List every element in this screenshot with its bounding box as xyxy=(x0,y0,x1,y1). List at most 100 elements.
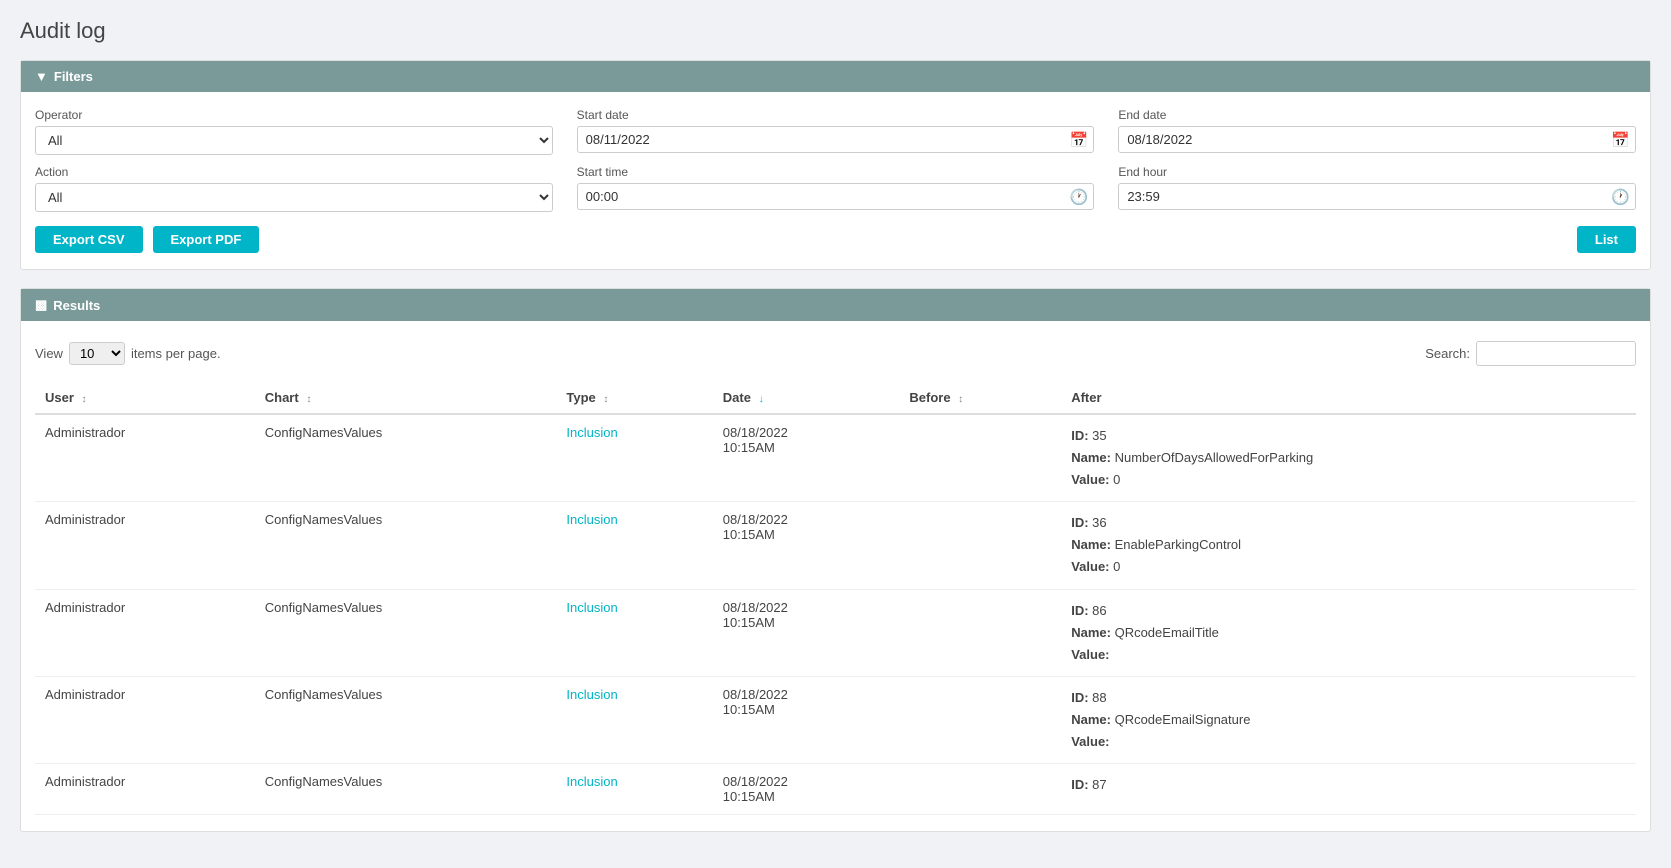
start-date-input[interactable] xyxy=(577,126,1095,153)
after-key: Name: xyxy=(1071,712,1111,727)
cell-date: 08/18/2022 10:15AM xyxy=(713,589,900,676)
type-link[interactable]: Inclusion xyxy=(566,687,617,702)
chart-sort-icon: ↕ xyxy=(306,394,311,405)
page-title: Audit log xyxy=(20,18,1651,44)
start-time-label: Start time xyxy=(577,165,1095,179)
start-date-group: Start date 📅 xyxy=(577,108,1095,155)
cell-after: ID: 88Name: QRcodeEmailSignatureValue: xyxy=(1061,676,1636,763)
after-line: Name: NumberOfDaysAllowedForParking xyxy=(1071,447,1626,469)
type-link[interactable]: Inclusion xyxy=(566,425,617,440)
after-key: Value: xyxy=(1071,734,1109,749)
export-pdf-button[interactable]: Export PDF xyxy=(153,226,260,253)
cell-user: Administrador xyxy=(35,676,255,763)
cell-before xyxy=(899,589,1061,676)
results-table: User ↕ Chart ↕ Type ↕ Date ↓ Before ↕ xyxy=(35,382,1636,815)
after-key: ID: xyxy=(1071,777,1088,792)
start-time-group: Start time 🕐 xyxy=(577,165,1095,212)
after-key: Name: xyxy=(1071,537,1111,552)
export-csv-button[interactable]: Export CSV xyxy=(35,226,143,253)
cell-after: ID: 36Name: EnableParkingControlValue: 0 xyxy=(1061,502,1636,589)
operator-select[interactable]: All xyxy=(35,126,553,155)
end-hour-input[interactable] xyxy=(1118,183,1636,210)
after-line: Name: EnableParkingControl xyxy=(1071,534,1626,556)
cell-type: Inclusion xyxy=(556,589,712,676)
type-link[interactable]: Inclusion xyxy=(566,512,617,527)
after-key: ID: xyxy=(1071,690,1088,705)
end-hour-clock-icon[interactable]: 🕐 xyxy=(1611,188,1630,206)
results-card: ▩ Results View 10 25 50 100 items per pa… xyxy=(20,288,1651,832)
cell-user: Administrador xyxy=(35,502,255,589)
list-button[interactable]: List xyxy=(1577,226,1636,253)
cell-type: Inclusion xyxy=(556,676,712,763)
filters-grid: Operator All Start date 📅 End date xyxy=(35,108,1636,212)
after-key: ID: xyxy=(1071,603,1088,618)
type-sort-icon: ↕ xyxy=(603,394,608,405)
table-row: AdministradorConfigNamesValuesInclusion0… xyxy=(35,764,1636,815)
end-hour-input-wrap: 🕐 xyxy=(1118,183,1636,210)
cell-user: Administrador xyxy=(35,764,255,815)
start-time-input[interactable] xyxy=(577,183,1095,210)
end-date-group: End date 📅 xyxy=(1118,108,1636,155)
col-after: After xyxy=(1061,382,1636,414)
per-page-select[interactable]: 10 25 50 100 xyxy=(69,342,125,365)
cell-chart: ConfigNamesValues xyxy=(255,589,557,676)
after-line: Name: QRcodeEmailTitle xyxy=(1071,622,1626,644)
type-link[interactable]: Inclusion xyxy=(566,600,617,615)
cell-type: Inclusion xyxy=(556,414,712,502)
after-line: ID: 35 xyxy=(1071,425,1626,447)
filters-header: ▼ Filters xyxy=(21,61,1650,92)
cell-before xyxy=(899,414,1061,502)
cell-after: ID: 35Name: NumberOfDaysAllowedForParkin… xyxy=(1061,414,1636,502)
end-date-input[interactable] xyxy=(1118,126,1636,153)
results-body: View 10 25 50 100 items per page. Search… xyxy=(21,321,1650,831)
chart-icon: ▩ xyxy=(35,297,47,313)
table-body: AdministradorConfigNamesValuesInclusion0… xyxy=(35,414,1636,815)
end-date-calendar-icon[interactable]: 📅 xyxy=(1611,131,1630,149)
start-time-clock-icon[interactable]: 🕐 xyxy=(1070,188,1089,206)
user-sort-icon: ↕ xyxy=(82,394,87,405)
table-head: User ↕ Chart ↕ Type ↕ Date ↓ Before ↕ xyxy=(35,382,1636,414)
cell-type: Inclusion xyxy=(556,502,712,589)
cell-chart: ConfigNamesValues xyxy=(255,502,557,589)
results-controls: View 10 25 50 100 items per page. Search… xyxy=(35,337,1636,370)
cell-before xyxy=(899,764,1061,815)
col-before[interactable]: Before ↕ xyxy=(899,382,1061,414)
results-header: ▩ Results xyxy=(21,289,1650,321)
search-input[interactable] xyxy=(1476,341,1636,366)
after-line: Name: QRcodeEmailSignature xyxy=(1071,709,1626,731)
after-key: Value: xyxy=(1071,472,1109,487)
after-line: ID: 86 xyxy=(1071,600,1626,622)
after-key: Name: xyxy=(1071,450,1111,465)
cell-chart: ConfigNamesValues xyxy=(255,676,557,763)
filters-header-label: Filters xyxy=(54,69,93,84)
results-header-label: Results xyxy=(53,298,100,313)
start-date-calendar-icon[interactable]: 📅 xyxy=(1070,131,1089,149)
filters-actions-left: Export CSV Export PDF xyxy=(35,226,259,253)
cell-user: Administrador xyxy=(35,589,255,676)
table-row: AdministradorConfigNamesValuesInclusion0… xyxy=(35,676,1636,763)
end-hour-label: End hour xyxy=(1118,165,1636,179)
col-type[interactable]: Type ↕ xyxy=(556,382,712,414)
after-key: Name: xyxy=(1071,625,1111,640)
after-key: Value: xyxy=(1071,559,1109,574)
col-user[interactable]: User ↕ xyxy=(35,382,255,414)
cell-after: ID: 86Name: QRcodeEmailTitleValue: xyxy=(1061,589,1636,676)
cell-date: 08/18/2022 10:15AM xyxy=(713,414,900,502)
col-date[interactable]: Date ↓ xyxy=(713,382,900,414)
cell-type: Inclusion xyxy=(556,764,712,815)
cell-before xyxy=(899,502,1061,589)
action-select[interactable]: All xyxy=(35,183,553,212)
cell-chart: ConfigNamesValues xyxy=(255,764,557,815)
end-hour-group: End hour 🕐 xyxy=(1118,165,1636,212)
after-line: ID: 87 xyxy=(1071,774,1626,796)
table-header-row: User ↕ Chart ↕ Type ↕ Date ↓ Before ↕ xyxy=(35,382,1636,414)
start-date-input-wrap: 📅 xyxy=(577,126,1095,153)
cell-date: 08/18/2022 10:15AM xyxy=(713,502,900,589)
table-row: AdministradorConfigNamesValues Inclusion 0… xyxy=(35,502,1636,589)
end-date-label: End date xyxy=(1118,108,1636,122)
col-chart[interactable]: Chart ↕ xyxy=(255,382,557,414)
cell-chart: ConfigNamesValues xyxy=(255,414,557,502)
start-date-label: Start date xyxy=(577,108,1095,122)
type-link[interactable]: Inclusion xyxy=(566,774,617,789)
cell-user: Administrador xyxy=(35,414,255,502)
